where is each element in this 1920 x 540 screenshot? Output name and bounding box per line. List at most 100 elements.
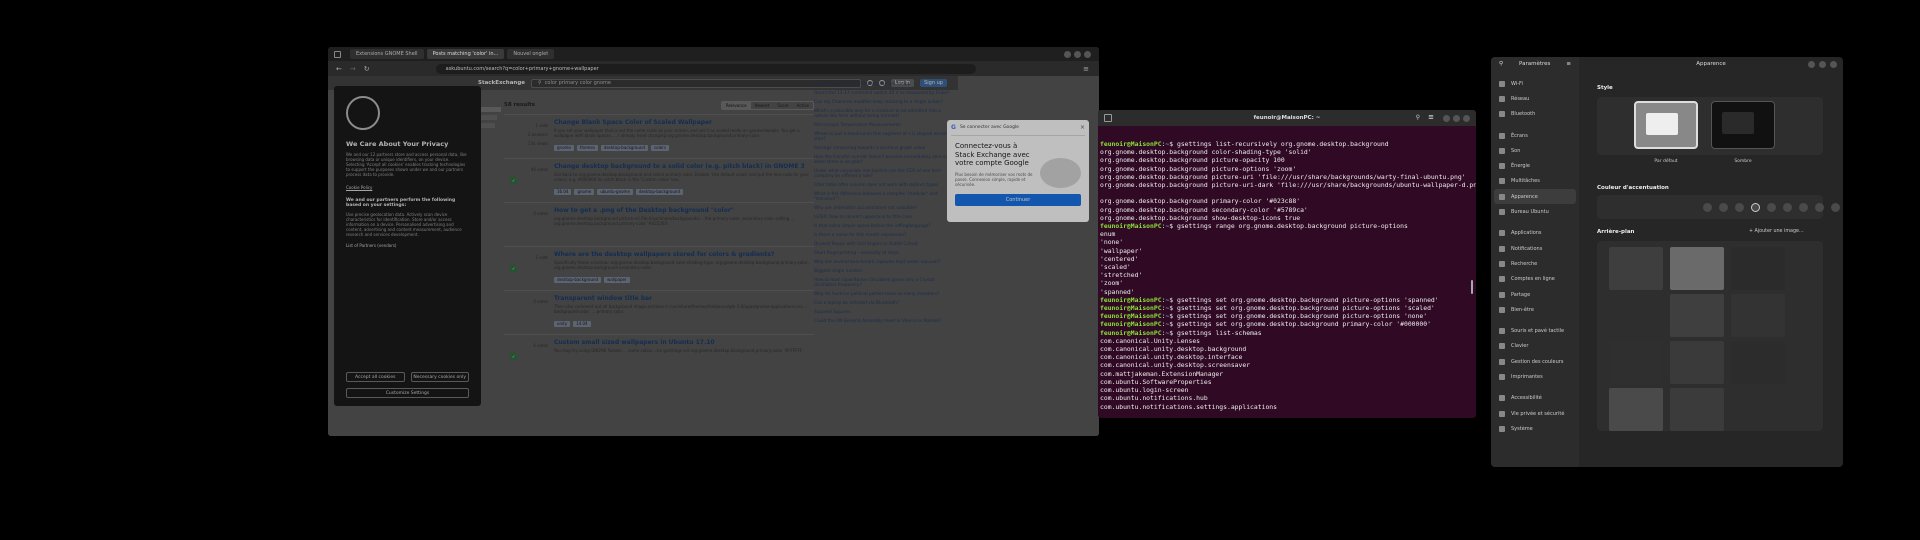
hot-question-link[interactable]: Can my Charisma modifier keep stacking t… <box>814 100 954 105</box>
result-title[interactable]: How to get a .png of the Desktop backgro… <box>554 203 814 214</box>
tag[interactable]: themes <box>576 145 598 151</box>
hot-question-link[interactable]: What is the difference between a complex… <box>814 192 954 202</box>
hot-question-link[interactable]: Could the UN General Assembly meet in Vi… <box>814 319 954 324</box>
maximize-icon[interactable] <box>1453 115 1460 122</box>
background-thumbnail[interactable] <box>1670 341 1724 384</box>
accept-cookies-button[interactable]: Accept all cookies <box>346 372 405 382</box>
sidebar-item-mouse[interactable]: Souris et pavé tactile <box>1491 323 1579 338</box>
accent-swatch[interactable] <box>1831 203 1840 212</box>
background-thumbnail[interactable] <box>1731 294 1785 337</box>
sidebar-item-accessibility[interactable]: Accessibilité <box>1491 391 1579 406</box>
sidebar-item-wifi[interactable]: Wi-Fi <box>1491 76 1579 91</box>
background-thumbnail[interactable] <box>1609 341 1663 384</box>
sidebar-icon[interactable] <box>334 50 341 58</box>
close-icon[interactable] <box>1830 61 1837 68</box>
accent-swatch[interactable] <box>1719 203 1728 212</box>
sidebar-item-color[interactable]: Gestion des couleurs <box>1491 354 1579 369</box>
background-thumbnail[interactable] <box>1731 341 1785 384</box>
hot-question-link[interactable]: What's a plausible way for a creature to… <box>814 109 954 119</box>
hot-question-link[interactable]: Package comparing towards a spurious gra… <box>814 146 954 151</box>
accent-swatch[interactable] <box>1751 203 1760 212</box>
accent-swatch[interactable] <box>1767 203 1776 212</box>
hot-question-link[interactable]: Filter table after column does not work … <box>814 183 954 188</box>
tab-extensions[interactable]: Extensions GNOME Shell <box>350 49 424 59</box>
search-input[interactable]: ⚲ color primary color gnome <box>531 78 861 88</box>
menu-icon[interactable]: ≡ <box>1083 65 1089 73</box>
hot-question-link[interactable]: Drywall Repair with Drill Angles or Outl… <box>814 242 954 247</box>
tag[interactable]: gnome <box>574 189 595 195</box>
sidebar-item-accounts[interactable]: Comptes en ligne <box>1491 272 1579 287</box>
hot-question-link[interactable]: Under what corporate mechanism can the C… <box>814 169 954 179</box>
tag[interactable]: wallpaper <box>604 277 630 283</box>
tag[interactable]: desktop-background <box>554 277 602 283</box>
background-thumbnail[interactable] <box>1670 247 1724 290</box>
customize-settings-button[interactable]: Customize Settings <box>346 388 469 398</box>
sidebar-item-share[interactable]: Partage <box>1491 287 1579 302</box>
sidebar-item-bell[interactable]: Notifications <box>1491 241 1579 256</box>
accent-swatch[interactable] <box>1783 203 1792 212</box>
sort-tab-newest[interactable]: Newest <box>751 102 774 109</box>
hot-question-link[interactable]: Biggest single number <box>814 269 954 274</box>
new-tab-icon[interactable] <box>1104 114 1112 122</box>
hot-question-link[interactable]: How to load capacitance calculated given… <box>814 278 954 288</box>
hot-question-link[interactable]: Squared Squares <box>814 310 954 315</box>
necessary-cookies-button[interactable]: Necessary cookies only <box>410 372 469 382</box>
terminal-scrollbar[interactable] <box>1471 280 1473 294</box>
result-title[interactable]: Custom small sized wallpapers in Ubuntu … <box>554 335 814 346</box>
background-thumbnail[interactable] <box>1609 388 1663 431</box>
background-thumbnail[interactable] <box>1670 388 1724 431</box>
hot-question-link[interactable]: Is there a name for this mouth expressio… <box>814 233 954 238</box>
accent-swatch[interactable] <box>1703 203 1712 212</box>
tag[interactable]: desktop-background <box>635 189 683 195</box>
minimize-icon[interactable] <box>1443 115 1450 122</box>
hot-question-link[interactable]: LaTeX: how to convert uppercase to title… <box>814 215 954 220</box>
maximize-icon[interactable] <box>1074 50 1081 58</box>
sidebar-item-keyboard[interactable]: Clavier <box>1491 339 1579 354</box>
search-icon[interactable]: ⚲ <box>1499 61 1503 67</box>
search-icon[interactable]: ⚲ <box>1416 114 1420 121</box>
hot-question-link[interactable]: Microscopic Temperature Measurements <box>814 123 954 128</box>
reload-icon[interactable]: ↻ <box>364 65 370 73</box>
sort-tab-score[interactable]: Score <box>773 102 792 109</box>
hot-question-link[interactable]: Why are antimatter accumulators not valu… <box>814 206 954 211</box>
sidebar-item-bluetooth[interactable]: Bluetooth <box>1491 107 1579 122</box>
continue-button[interactable]: Continuer <box>955 194 1081 206</box>
se-logo[interactable]: StackExchange <box>478 80 525 86</box>
sidebar-item-power[interactable]: Énergie <box>1491 158 1579 173</box>
tag[interactable]: colors <box>650 145 669 151</box>
sort-tab-active[interactable]: Active <box>793 102 813 109</box>
tag[interactable]: unity <box>554 321 571 327</box>
sidebar-item-privacy[interactable]: Vie privée et sécurité <box>1491 406 1579 421</box>
close-popup-icon[interactable]: × <box>1080 124 1085 131</box>
accent-swatch[interactable] <box>1815 203 1824 212</box>
url-input[interactable]: askubuntu.com/search?q=color+primary+gno… <box>435 63 976 74</box>
tag[interactable]: desktop-background <box>600 145 648 151</box>
style-dark-option[interactable] <box>1711 101 1775 149</box>
minimize-icon[interactable] <box>1064 50 1071 58</box>
close-icon[interactable] <box>1463 115 1470 122</box>
add-image-button[interactable]: + Ajouter une image… <box>1749 229 1804 234</box>
menu-icon[interactable]: ≡ <box>1566 61 1571 67</box>
sidebar-item-search[interactable]: Recherche <box>1491 256 1579 271</box>
hot-question-link[interactable]: Can a laptop be infected via Bluetooth? <box>814 301 954 306</box>
back-icon[interactable]: ← <box>336 65 342 73</box>
style-default-option[interactable] <box>1634 101 1698 149</box>
hot-question-link[interactable]: Short fingerprinting - necessity of step… <box>814 251 954 256</box>
hot-question-link[interactable]: Why are several benchmark capsules kept … <box>814 260 954 265</box>
minimize-icon[interactable] <box>1808 61 1815 68</box>
hot-question-link[interactable]: Gravel trailer at 4am Saturday we are ha… <box>814 82 954 87</box>
sidebar-item-sound[interactable]: Son <box>1491 143 1579 158</box>
result-title[interactable]: Transparent window title bar <box>554 291 814 302</box>
sidebar-item-display[interactable]: Écrans <box>1491 128 1579 143</box>
background-thumbnail[interactable] <box>1670 294 1724 337</box>
sidebar-item-apps[interactable]: Applications <box>1491 226 1579 241</box>
sort-tab-relevance[interactable]: Relevance <box>721 101 751 109</box>
sidebar-item-printer[interactable]: Imprimantes <box>1491 369 1579 384</box>
tab-new[interactable]: Nouvel onglet <box>507 49 555 59</box>
hot-question-link[interactable]: Is that extra simple space before the \o… <box>814 224 954 229</box>
cookie-policy-link[interactable]: Cookie Policy <box>346 185 469 190</box>
partners-link[interactable]: List of Partners (vendors) <box>346 243 469 248</box>
tag[interactable]: 16.04 <box>554 189 572 195</box>
accent-swatch[interactable] <box>1735 203 1744 212</box>
close-icon[interactable] <box>1084 50 1091 58</box>
